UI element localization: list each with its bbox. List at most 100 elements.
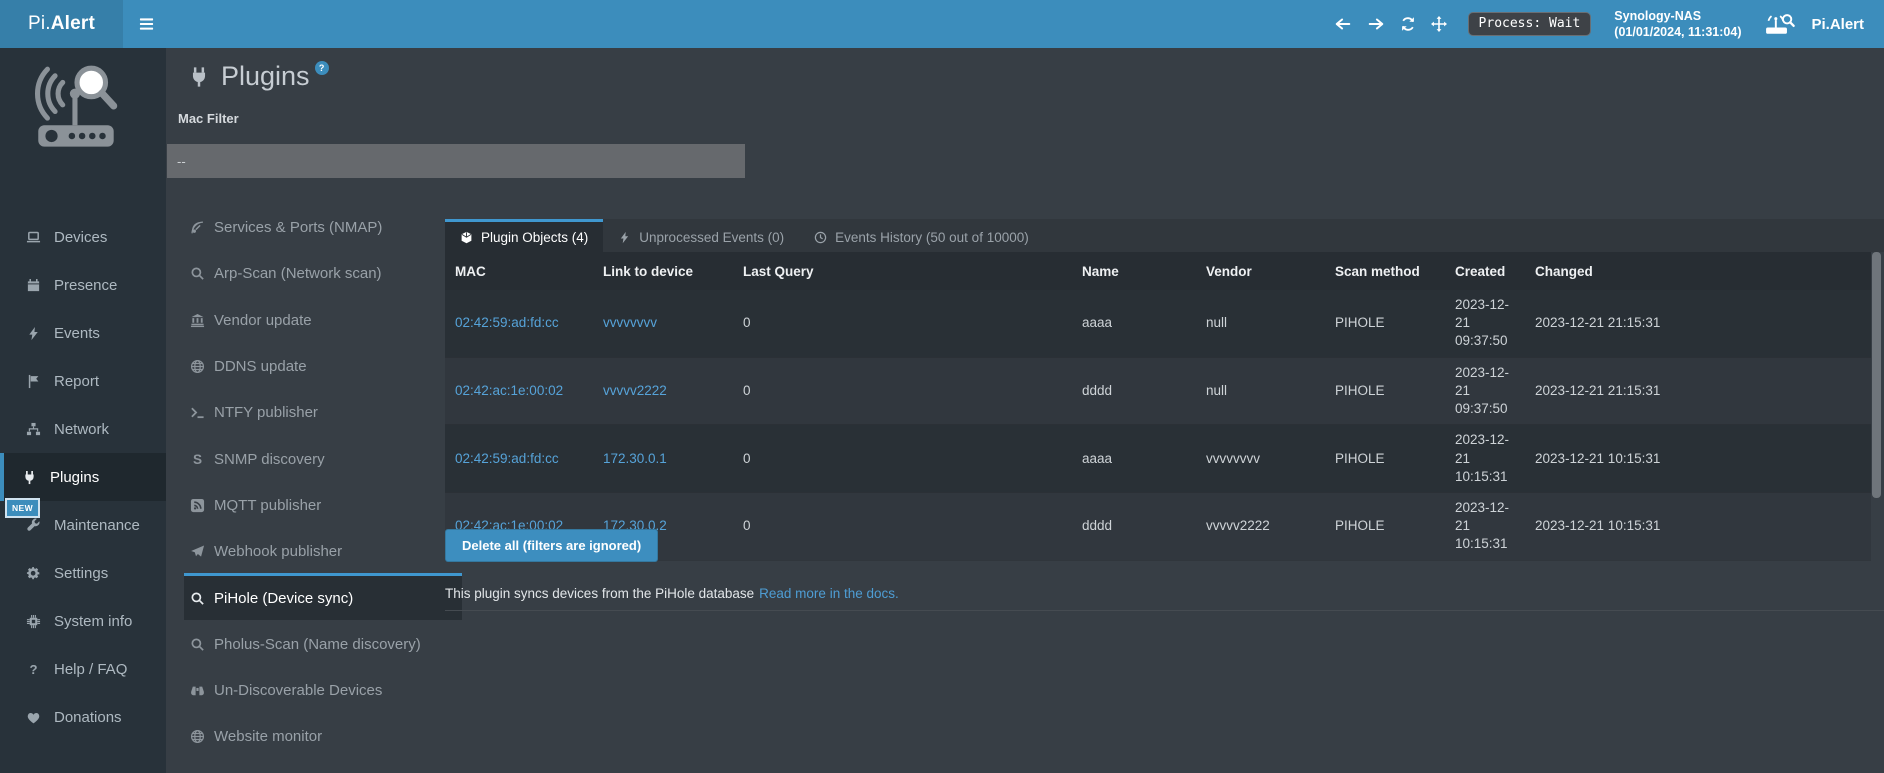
tab-unprocessed-events[interactable]: Unprocessed Events (0) — [603, 219, 799, 252]
sidebar-item-donations[interactable]: Donations — [0, 693, 166, 741]
cube-icon — [460, 231, 473, 244]
clock-icon — [814, 231, 827, 244]
satellite-dish-icon — [190, 220, 205, 235]
tab-events-history[interactable]: Events History (50 out of 10000) — [799, 219, 1044, 252]
cell-mac: 02:42:59:ad:fd:cc — [445, 290, 593, 357]
plugin-nav-item-undiscoverable-devices[interactable]: Un-Discoverable Devices — [184, 666, 462, 712]
nav-forward-icon[interactable] — [1367, 16, 1385, 32]
sidebar-item-devices[interactable]: Devices — [0, 213, 166, 261]
plugin-nav-label: NTFY publisher — [214, 404, 318, 421]
host-time: (01/01/2024, 11:31:04) — [1614, 24, 1741, 40]
plugin-nav-label: MQTT publisher — [214, 497, 321, 514]
process-status-badge: Process: Wait — [1468, 12, 1592, 36]
delete-all-button[interactable]: Delete all (filters are ignored) — [445, 529, 658, 562]
nav-move-icon[interactable] — [1431, 16, 1447, 32]
col-header-link[interactable]: Link to device — [593, 252, 733, 290]
rss-square-icon — [190, 498, 205, 513]
col-header-changed[interactable]: Changed — [1525, 252, 1871, 290]
sidebar-item-network[interactable]: Network — [0, 405, 166, 453]
globe-icon — [190, 359, 205, 374]
sidebar-toggle-button[interactable] — [123, 0, 169, 48]
bolt-icon — [26, 326, 41, 341]
cell-mac: 02:42:ac:1e:00:02 — [445, 357, 593, 425]
plugin-nav-label: SNMP discovery — [214, 451, 325, 468]
plugin-nav-item-snmp-discovery[interactable]: S SNMP discovery — [184, 434, 462, 480]
plugin-nav-label: PiHole (Device sync) — [214, 590, 353, 607]
cell-name: dddd — [1072, 492, 1196, 560]
sidebar-menu: Devices Presence Events Report Network P… — [0, 213, 166, 741]
plugin-nav-item-mqtt-publisher[interactable]: MQTT publisher — [184, 481, 462, 527]
col-header-name[interactable]: Name — [1072, 252, 1196, 290]
cell-changed: 2023-12-21 21:15:31 — [1525, 357, 1871, 425]
plugin-nav-item-ntfy-publisher[interactable]: NTFY publisher — [184, 388, 462, 434]
wrench-icon — [26, 518, 41, 533]
binoculars-icon — [190, 683, 205, 698]
plug-icon — [188, 66, 210, 88]
sidebar-item-report[interactable]: Report — [0, 357, 166, 405]
col-header-mac[interactable]: MAC — [445, 252, 593, 290]
plugin-nav-label: Website monitor — [214, 728, 322, 745]
sidebar-item-label: Events — [54, 325, 100, 342]
sidebar-item-label: Maintenance — [54, 517, 140, 534]
nav-back-icon[interactable] — [1334, 16, 1352, 32]
cell-vendor: vvvvv2222 — [1196, 492, 1325, 560]
plugin-nav-item-website-monitor[interactable]: Website monitor — [184, 712, 462, 758]
plugin-nav-label: Arp-Scan (Network scan) — [214, 265, 382, 282]
col-header-scan-method[interactable]: Scan method — [1325, 252, 1445, 290]
cell-created: 2023-12-21 10:15:31 — [1445, 492, 1525, 560]
mac-link[interactable]: 02:42:59:ad:fd:cc — [455, 315, 559, 330]
help-badge[interactable]: ? — [315, 61, 329, 75]
col-header-created[interactable]: Created — [1445, 252, 1525, 290]
cell-link: 172.30.0.1 — [593, 425, 733, 493]
cell-changed: 2023-12-21 21:15:31 — [1525, 290, 1871, 357]
navbar-right: Process: Wait Synology-NAS (01/01/2024, … — [1334, 0, 1884, 48]
search-icon — [190, 266, 205, 281]
sidebar-item-plugins[interactable]: Plugins — [0, 453, 166, 501]
device-link[interactable]: 172.30.0.1 — [603, 451, 667, 466]
sidebar-item-help-faq[interactable]: ?Help / FAQ — [0, 645, 166, 693]
plugin-nav-item-services-ports[interactable]: Services & Ports (NMAP) — [184, 203, 462, 249]
svg-text:?: ? — [29, 662, 37, 677]
cell-changed: 2023-12-21 10:15:31 — [1525, 492, 1871, 560]
laptop-icon — [26, 230, 41, 245]
cell-last-query: 0 — [733, 290, 1072, 357]
microchip-icon — [26, 614, 41, 629]
plugin-nav-item-vendor-update[interactable]: Vendor update — [184, 296, 462, 342]
plugin-nav-item-webhook-publisher[interactable]: Webhook publisher — [184, 527, 462, 573]
plugin-nav-item-pholus-scan[interactable]: Pholus-Scan (Name discovery) — [184, 620, 462, 666]
gear-icon — [26, 566, 41, 581]
page-header: Plugins ? — [188, 61, 335, 92]
mac-link[interactable]: 02:42:ac:1e:00:02 — [455, 383, 563, 398]
sidebar-item-system-info[interactable]: System info — [0, 597, 166, 645]
device-link[interactable]: vvvvvvvv — [603, 315, 657, 330]
tab-plugin-objects[interactable]: Plugin Objects (4) — [445, 219, 603, 252]
cell-last-query: 0 — [733, 425, 1072, 493]
top-navbar: Pi.Alert Process: Wait Synology-NAS (01/… — [0, 0, 1884, 48]
sidebar-item-label: Settings — [54, 565, 108, 582]
sidebar-item-settings[interactable]: Settings — [0, 549, 166, 597]
sidebar-item-presence[interactable]: Presence — [0, 261, 166, 309]
plugin-nav-item-ddns-update[interactable]: DDNS update — [184, 342, 462, 388]
docs-link[interactable]: Read more in the docs. — [759, 586, 899, 601]
device-link[interactable]: vvvvv2222 — [603, 383, 667, 398]
col-header-last-query[interactable]: Last Query — [733, 252, 1072, 290]
cell-name: dddd — [1072, 357, 1196, 425]
plugin-nav-item-pihole-device-sync[interactable]: PiHole (Device sync) — [184, 573, 462, 619]
mac-filter-input[interactable] — [167, 144, 745, 178]
mac-link[interactable]: 02:42:59:ad:fd:cc — [455, 451, 559, 466]
pialert-router-logo — [24, 60, 130, 162]
nav-refresh-icon[interactable] — [1400, 16, 1416, 32]
cell-name: aaaa — [1072, 425, 1196, 493]
svg-text:S: S — [193, 452, 202, 467]
cell-mac: 02:42:59:ad:fd:cc — [445, 425, 593, 493]
col-header-vendor[interactable]: Vendor — [1196, 252, 1325, 290]
plugin-nav-item-arp-scan[interactable]: Arp-Scan (Network scan) — [184, 249, 462, 295]
main-content: Plugins ? Mac Filter Services & Ports (N… — [166, 48, 1884, 773]
sidebar-item-events[interactable]: Events — [0, 309, 166, 357]
brand-logo[interactable]: Pi.Alert — [0, 0, 123, 48]
search-icon — [190, 591, 205, 606]
brand-bold: Alert — [51, 13, 95, 35]
snmp-s-icon: S — [190, 452, 205, 467]
cell-last-query: 0 — [733, 492, 1072, 560]
table-scrollbar[interactable] — [1872, 252, 1881, 498]
